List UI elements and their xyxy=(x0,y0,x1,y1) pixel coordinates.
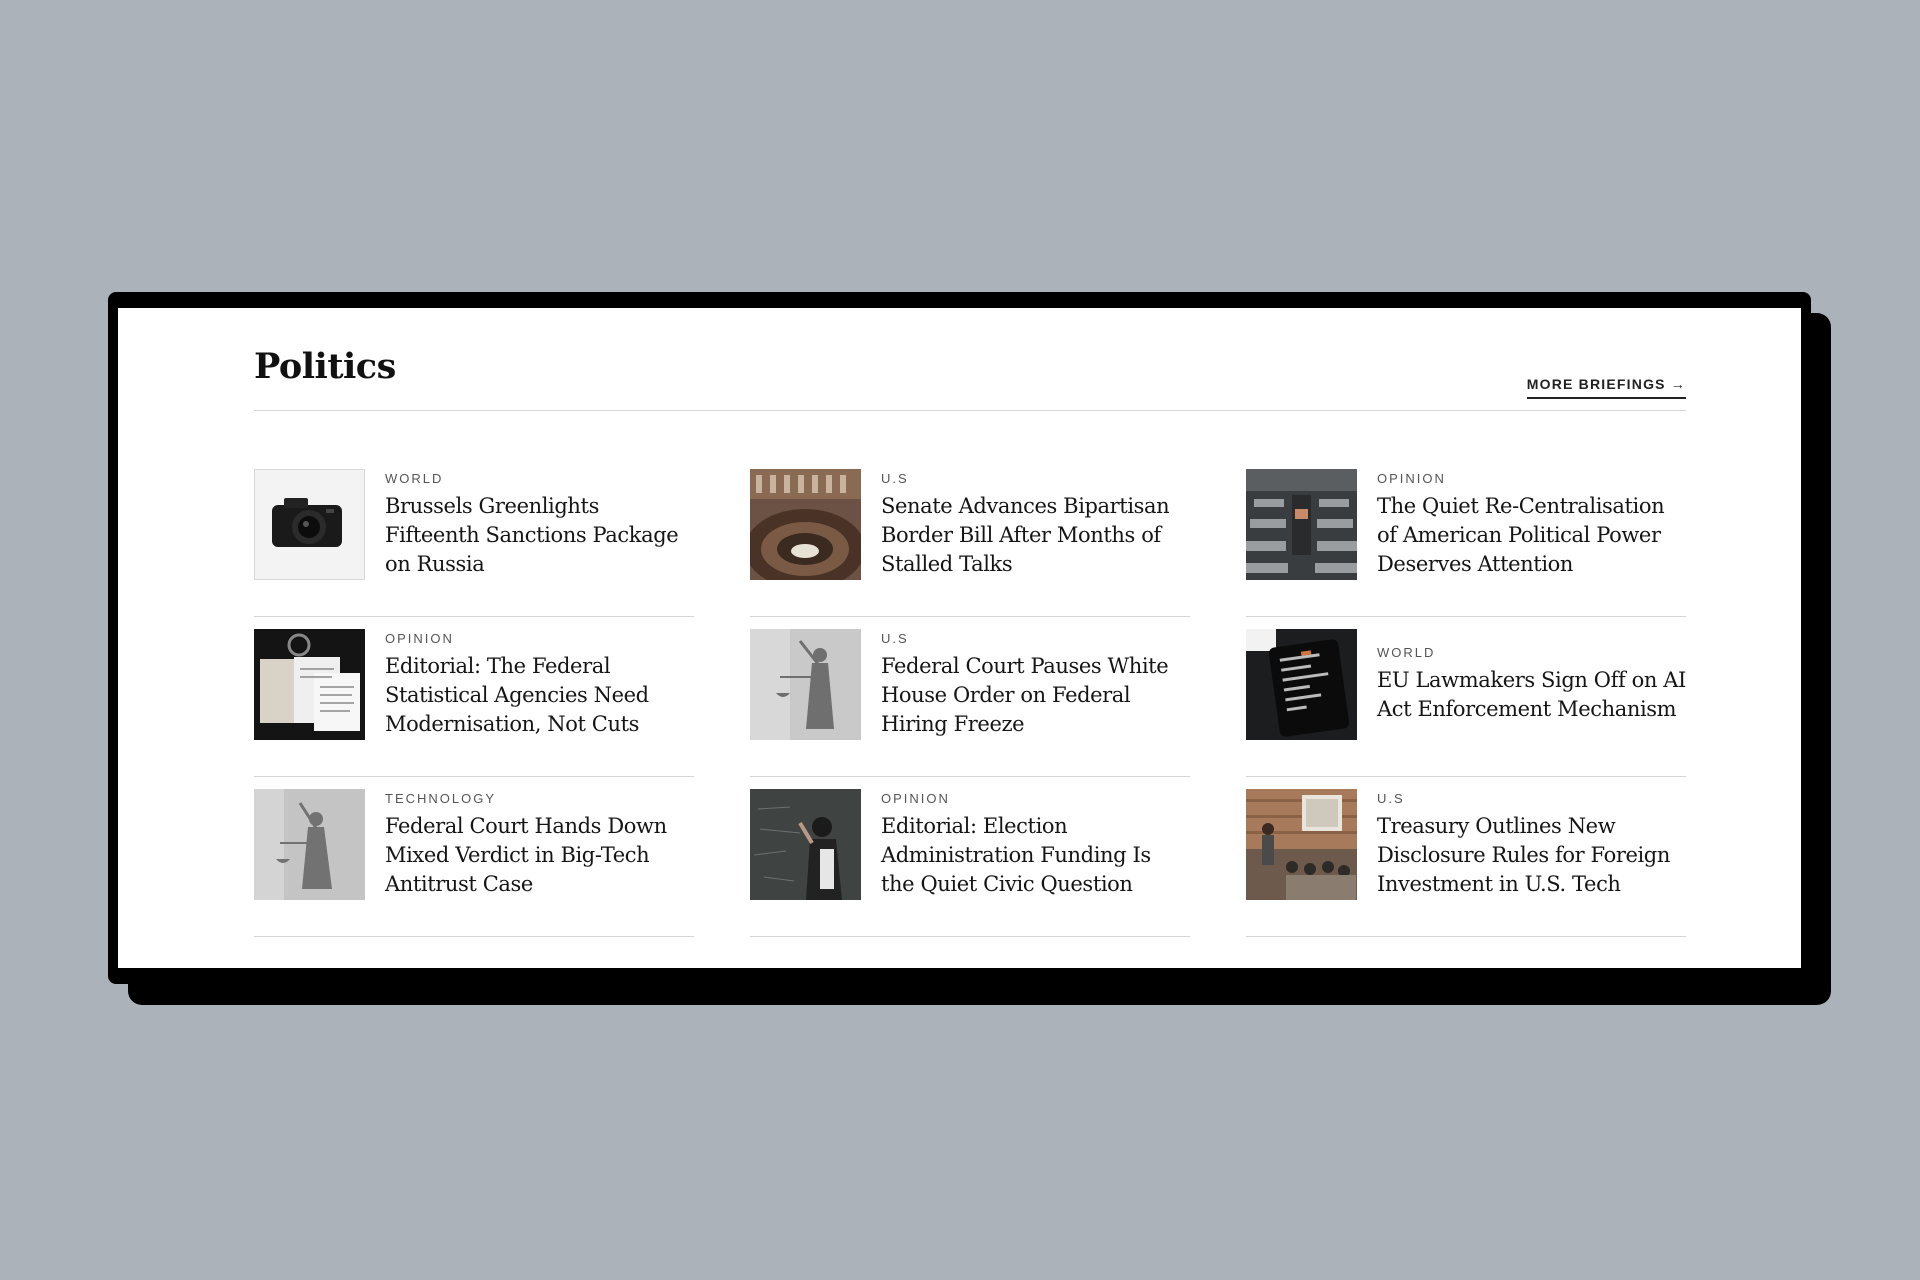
article-item[interactable]: WORLD EU Lawmakers Sign Off on AI Act En… xyxy=(1246,617,1686,777)
article-text: TECHNOLOGY Federal Court Hands Down Mixe… xyxy=(385,789,694,900)
article-thumbnail xyxy=(750,629,861,740)
article-thumbnail xyxy=(1246,629,1357,740)
article-text: OPINION Editorial: The Federal Statistic… xyxy=(385,629,694,740)
card-inner: Politics MORE BRIEFINGS → WORLD Brussels… xyxy=(118,306,1801,970)
article-text: U.S Treasury Outlines New Disclosure Rul… xyxy=(1377,789,1686,900)
article-thumbnail xyxy=(750,789,861,900)
article-item[interactable]: OPINION Editorial: The Federal Statistic… xyxy=(254,617,694,777)
article-item[interactable]: U.S Senate Advances Bipartisan Border Bi… xyxy=(750,457,1190,617)
article-text: WORLD EU Lawmakers Sign Off on AI Act En… xyxy=(1377,629,1686,740)
article-headline[interactable]: Federal Court Hands Down Mixed Verdict i… xyxy=(385,812,694,899)
documents-desk-photo-icon xyxy=(254,629,365,740)
article-thumbnail xyxy=(1246,789,1357,900)
classroom-photo-icon xyxy=(1246,789,1357,900)
article-item[interactable]: OPINION Editorial: Election Administrati… xyxy=(750,777,1190,937)
article-item[interactable]: U.S Federal Court Pauses White House Ord… xyxy=(750,617,1190,777)
article-thumbnail xyxy=(750,469,861,580)
article-text: U.S Federal Court Pauses White House Ord… xyxy=(881,629,1190,740)
article-headline[interactable]: EU Lawmakers Sign Off on AI Act Enforcem… xyxy=(1377,666,1686,724)
section-card: Politics MORE BRIEFINGS → WORLD Brussels… xyxy=(108,292,1811,984)
tablet-screen-photo-icon xyxy=(1246,629,1357,740)
camera-photo-icon xyxy=(254,469,365,580)
article-category: OPINION xyxy=(1377,470,1446,486)
chalkboard-photo-icon xyxy=(750,789,861,900)
article-category: U.S xyxy=(1377,790,1405,806)
article-category: U.S xyxy=(881,470,909,486)
article-text: OPINION The Quiet Re-Centralisation of A… xyxy=(1377,469,1686,580)
more-briefings-link[interactable]: MORE BRIEFINGS → xyxy=(1526,376,1686,399)
section-content: Politics MORE BRIEFINGS → WORLD Brussels… xyxy=(254,344,1686,937)
article-item[interactable]: WORLD Brussels Greenlights Fifteenth San… xyxy=(254,457,694,617)
article-headline[interactable]: Editorial: The Federal Statistical Agenc… xyxy=(385,652,694,739)
lady-justice-photo-icon xyxy=(254,789,365,900)
article-item[interactable]: TECHNOLOGY Federal Court Hands Down Mixe… xyxy=(254,777,694,937)
article-item[interactable]: U.S Treasury Outlines New Disclosure Rul… xyxy=(1246,777,1686,937)
assembly-hall-photo-icon xyxy=(1246,469,1357,580)
article-text: WORLD Brussels Greenlights Fifteenth San… xyxy=(385,469,694,580)
article-category: TECHNOLOGY xyxy=(385,790,497,806)
article-category: WORLD xyxy=(385,470,444,486)
article-headline[interactable]: Senate Advances Bipartisan Border Bill A… xyxy=(881,492,1190,579)
section-title: Politics xyxy=(254,346,396,387)
article-headline[interactable]: Brussels Greenlights Fifteenth Sanctions… xyxy=(385,492,694,579)
article-thumbnail xyxy=(1246,469,1357,580)
article-item[interactable]: OPINION The Quiet Re-Centralisation of A… xyxy=(1246,457,1686,617)
article-headline[interactable]: Treasury Outlines New Disclosure Rules f… xyxy=(1377,812,1686,899)
parliament-chamber-photo-icon xyxy=(750,469,861,580)
article-thumbnail xyxy=(254,629,365,740)
article-grid: WORLD Brussels Greenlights Fifteenth San… xyxy=(254,457,1686,937)
article-headline[interactable]: Federal Court Pauses White House Order o… xyxy=(881,652,1190,739)
article-category: OPINION xyxy=(385,630,454,646)
article-text: U.S Senate Advances Bipartisan Border Bi… xyxy=(881,469,1190,580)
article-category: U.S xyxy=(881,630,909,646)
article-text: OPINION Editorial: Election Administrati… xyxy=(881,789,1190,900)
article-headline[interactable]: Editorial: Election Administration Fundi… xyxy=(881,812,1190,899)
section-header: Politics MORE BRIEFINGS → xyxy=(254,344,1686,411)
article-thumbnail xyxy=(254,469,365,580)
article-thumbnail xyxy=(254,789,365,900)
article-headline[interactable]: The Quiet Re-Centralisation of American … xyxy=(1377,492,1686,579)
lady-justice-photo-icon xyxy=(750,629,861,740)
article-category: WORLD xyxy=(1377,645,1436,660)
article-category: OPINION xyxy=(881,790,950,806)
